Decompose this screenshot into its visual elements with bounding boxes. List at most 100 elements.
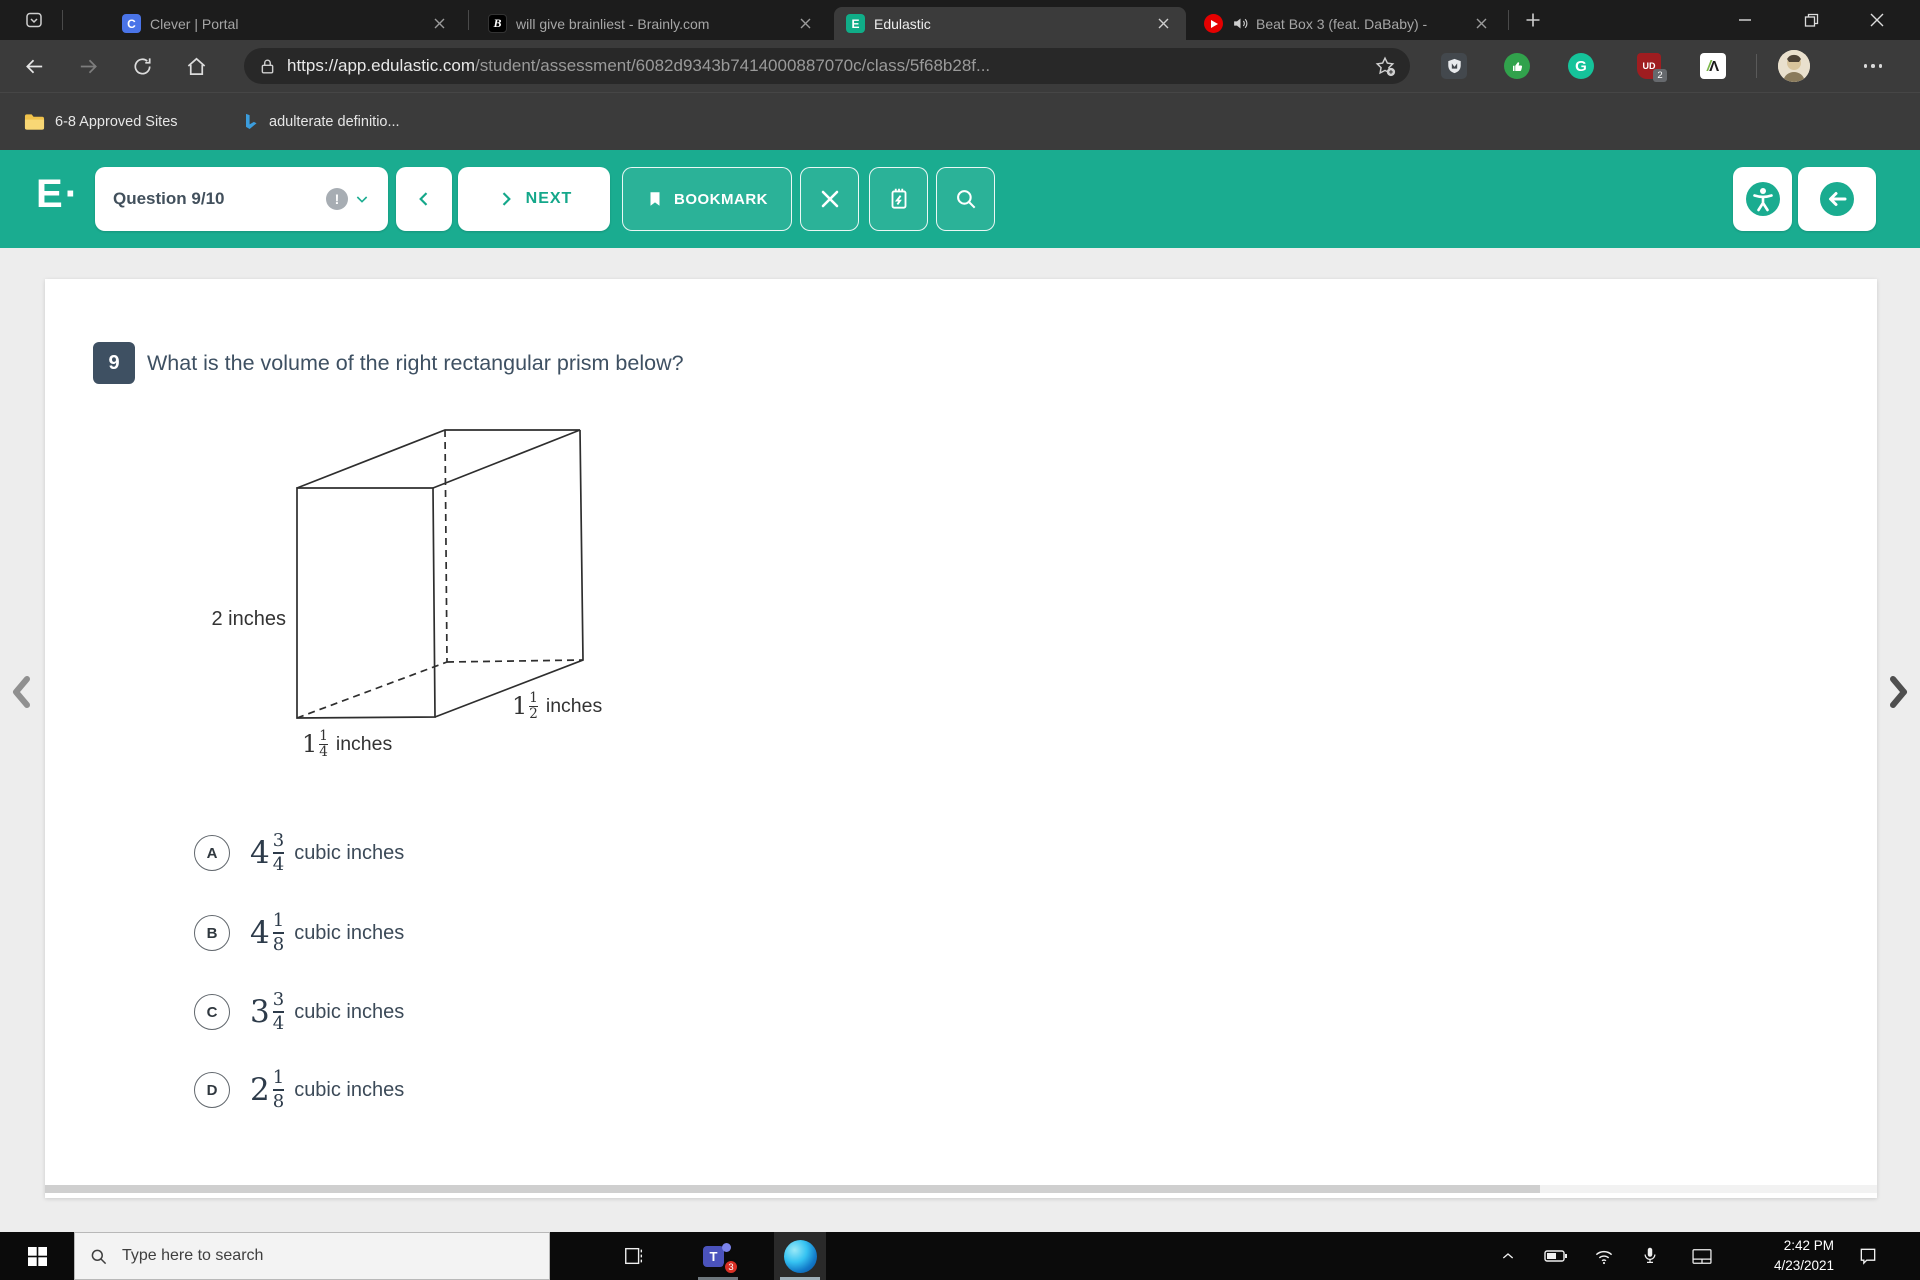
tray-battery[interactable] [1536, 1232, 1576, 1280]
browser-toolbar: https://app.edulastic.com/student/assess… [0, 40, 1920, 92]
close-window-button[interactable] [1844, 0, 1910, 40]
bookmark-question-button[interactable]: BOOKMARK [622, 167, 792, 231]
extension-grammarly[interactable]: G [1567, 52, 1595, 80]
divider [62, 10, 63, 30]
new-tab-button[interactable] [1516, 6, 1550, 34]
close-tab-icon[interactable] [1470, 13, 1492, 35]
windows-taskbar: Type here to search T 3 2:42 PM 4/23/202… [0, 1232, 1920, 1280]
close-tab-icon[interactable] [428, 13, 450, 35]
next-question-button[interactable]: NEXT [458, 167, 610, 231]
teams-notification-badge: 3 [723, 1259, 739, 1275]
audio-playing-icon[interactable] [1232, 15, 1249, 32]
youtube-music-favicon [1204, 14, 1223, 33]
play-icon [1211, 19, 1218, 28]
width-label: 1 14 inches [302, 728, 393, 761]
horizontal-scrollbar[interactable] [45, 1185, 1877, 1193]
bookmark-icon [650, 192, 660, 206]
forward-button[interactable] [68, 46, 108, 86]
option-unit: cubic inches [294, 1000, 405, 1023]
clear-answer-button[interactable] [800, 167, 859, 231]
chevron-right-icon [1890, 676, 1907, 708]
profile-avatar[interactable] [1778, 50, 1810, 82]
divider [1508, 10, 1509, 30]
answer-option-d[interactable]: D 2 18 cubic inches [194, 1053, 404, 1127]
bookmark-adulterate[interactable]: adulterate definitio... [234, 105, 408, 139]
magnifier-button[interactable] [936, 167, 995, 231]
edulastic-favicon: E [846, 14, 865, 33]
teams-icon: T 3 [702, 1241, 739, 1275]
grammarly-icon: G [1568, 53, 1594, 79]
notepad-icon [891, 188, 906, 209]
taskbar-search[interactable]: Type here to search [74, 1232, 550, 1280]
option-letter-circle[interactable]: B [194, 915, 230, 951]
tab-edulastic[interactable]: E Edulastic [834, 7, 1186, 40]
search-placeholder: Type here to search [122, 1247, 264, 1264]
tab-title: Beat Box 3 (feat. DaBaby) - [1256, 15, 1428, 32]
option-letter-circle[interactable]: A [194, 835, 230, 871]
next-button-label: NEXT [525, 190, 573, 207]
url-text: https://app.edulastic.com/student/assess… [287, 56, 1374, 76]
tab-clever[interactable]: C Clever | Portal [110, 7, 462, 40]
answer-option-a[interactable]: A 4 34 cubic inches [194, 816, 404, 890]
tab-title: Clever | Portal [150, 15, 239, 32]
start-button[interactable] [0, 1232, 74, 1280]
add-favorite-icon[interactable] [1374, 55, 1396, 77]
task-view-icon [625, 1247, 643, 1265]
taskbar-edge[interactable] [774, 1232, 826, 1280]
tray-show-hidden-icons[interactable] [1488, 1232, 1528, 1280]
close-tab-icon[interactable] [1152, 13, 1174, 35]
home-button[interactable] [176, 46, 216, 86]
exit-button[interactable] [1798, 167, 1876, 231]
option-unit: cubic inches [294, 841, 405, 864]
tray-microphone[interactable] [1630, 1232, 1670, 1280]
tray-wifi[interactable] [1584, 1232, 1624, 1280]
task-view-button[interactable] [608, 1232, 660, 1280]
tray-touchpad[interactable] [1682, 1232, 1722, 1280]
action-center-icon [1860, 1248, 1876, 1265]
bookmark-button-label: BOOKMARK [674, 190, 768, 208]
scratchpad-button[interactable] [869, 167, 928, 231]
answer-option-c[interactable]: C 3 34 cubic inches [194, 975, 404, 1049]
extension-thumbs-up[interactable] [1503, 52, 1531, 80]
option-letter-circle[interactable]: D [194, 1072, 230, 1108]
prism-figure: 2 inches 1 14 inches 1 12 inches [180, 415, 720, 785]
restore-button[interactable] [1778, 0, 1844, 40]
alert-icon: ! [326, 188, 348, 210]
question-selector[interactable]: Question 9/10 ! [95, 167, 388, 231]
option-fraction: 34 [272, 829, 285, 876]
address-bar[interactable]: https://app.edulastic.com/student/assess… [244, 48, 1410, 84]
tray-clock[interactable]: 2:42 PM 4/23/2021 [1738, 1232, 1834, 1280]
scroll-right-chevron[interactable] [1882, 670, 1916, 714]
browser-menu-button[interactable] [1856, 52, 1890, 80]
divider [468, 10, 469, 30]
tab-actions-button[interactable] [14, 6, 54, 34]
back-button[interactable] [14, 46, 54, 86]
chevron-up-icon [1502, 1253, 1514, 1259]
prism-drawing [296, 429, 584, 719]
taskbar-teams[interactable]: T 3 [692, 1232, 744, 1280]
chevron-right-icon [502, 192, 511, 206]
extension-ud[interactable]: UD 2 [1636, 52, 1667, 82]
touchpad-icon [1692, 1248, 1712, 1264]
refresh-button[interactable] [122, 46, 162, 86]
extension-lambda[interactable]: / Λ [1699, 52, 1727, 80]
close-tab-icon[interactable] [794, 13, 816, 35]
extension-shield[interactable] [1440, 52, 1468, 80]
tab-brainly[interactable]: B will give brainliest - Brainly.com [476, 7, 828, 40]
scrollbar-thumb[interactable] [45, 1185, 1540, 1193]
minimize-button[interactable] [1712, 0, 1778, 40]
question-card: 9 What is the volume of the right rectan… [45, 279, 1877, 1198]
action-center-button[interactable] [1848, 1232, 1888, 1280]
magnifier-icon [956, 190, 975, 209]
bookmark-folder-approved-sites[interactable]: 6-8 Approved Sites [16, 105, 186, 139]
accessibility-button[interactable] [1733, 167, 1792, 231]
option-letter-circle[interactable]: C [194, 994, 230, 1030]
bookmark-label: 6-8 Approved Sites [55, 114, 178, 130]
tab-title: Edulastic [874, 15, 931, 32]
windows-logo-icon [27, 1246, 47, 1266]
answer-option-b[interactable]: B 4 18 cubic inches [194, 896, 404, 970]
bing-icon [246, 113, 257, 130]
previous-question-button[interactable] [396, 167, 452, 231]
tab-youtube-music[interactable]: Beat Box 3 (feat. DaBaby) - [1192, 7, 1504, 40]
scroll-left-chevron[interactable] [4, 670, 38, 714]
